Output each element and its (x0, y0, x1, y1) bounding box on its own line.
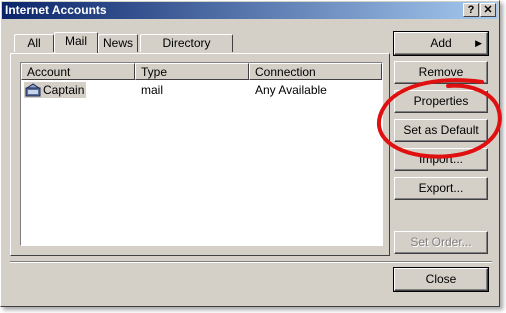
set-as-default-button[interactable]: Set as Default (394, 119, 488, 142)
tab-all[interactable]: All (14, 34, 54, 52)
account-name: Captain (43, 83, 85, 97)
list-item[interactable]: Captain mail Any Available (24, 82, 379, 98)
import-label: Import... (418, 152, 463, 166)
help-button[interactable]: ? (463, 3, 479, 17)
remove-button[interactable]: Remove (394, 61, 488, 84)
accounts-list[interactable]: Account Type Connection Captain mail Any… (20, 62, 383, 246)
help-icon: ? (467, 4, 475, 16)
tab-all-label: All (27, 36, 41, 50)
column-type[interactable]: Type (135, 63, 249, 80)
add-label: Add (430, 36, 452, 50)
close-window-button[interactable]: ✕ (480, 3, 496, 17)
close-label: Close (425, 272, 457, 286)
column-account[interactable]: Account (21, 63, 135, 80)
type-cell: mail (141, 83, 164, 97)
internet-accounts-window: Internet Accounts ? ✕ All Mail News Dire… (0, 0, 500, 307)
tab-directory-service[interactable]: Directory Service (140, 34, 233, 67)
account-cell: Captain (24, 82, 86, 98)
export-label: Export... (418, 181, 464, 195)
add-button[interactable]: Add ▶ (393, 31, 489, 56)
properties-label: Properties (413, 94, 469, 108)
column-connection-label: Connection (255, 65, 316, 79)
tab-news[interactable]: News (98, 34, 138, 52)
connection-cell: Any Available (255, 83, 327, 97)
close-button[interactable]: Close (393, 267, 489, 292)
remove-label: Remove (418, 65, 464, 79)
properties-button[interactable]: Properties (394, 90, 488, 113)
list-header: Account Type Connection (21, 63, 382, 80)
window-title: Internet Accounts (5, 3, 107, 17)
tab-news-label: News (102, 36, 133, 50)
close-icon: ✕ (483, 4, 493, 16)
set-order-button[interactable]: Set Order... (394, 231, 488, 254)
tab-mail-label: Mail (64, 34, 87, 48)
title-bar[interactable]: Internet Accounts (2, 2, 498, 19)
column-connection[interactable]: Connection (249, 63, 382, 80)
divider (10, 261, 492, 263)
import-button[interactable]: Import... (394, 148, 488, 171)
mail-account-icon (25, 83, 41, 97)
set-as-default-label: Set as Default (403, 123, 479, 137)
column-type-label: Type (141, 65, 168, 79)
set-order-label: Set Order... (410, 235, 472, 249)
column-account-label: Account (27, 65, 71, 79)
export-button[interactable]: Export... (394, 177, 488, 200)
tab-mail[interactable]: Mail (54, 32, 98, 53)
chevron-right-icon: ▶ (475, 38, 482, 48)
